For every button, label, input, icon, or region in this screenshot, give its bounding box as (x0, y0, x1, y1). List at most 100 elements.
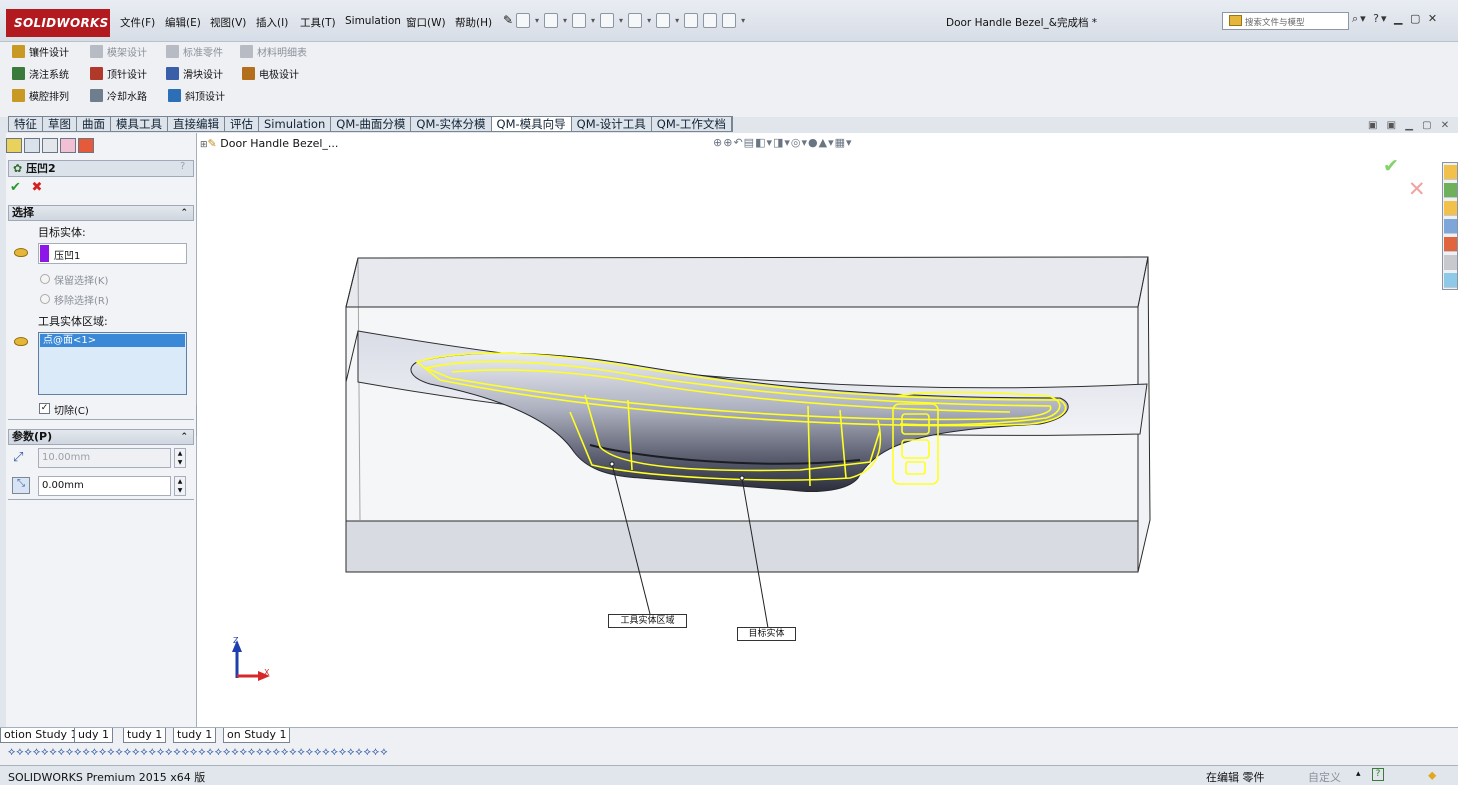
study-tab[interactable]: tudy 1 (173, 728, 217, 743)
view-settings-icon[interactable]: ▦▾ (835, 136, 853, 149)
dropdown-arrow-icon[interactable]: ▾ (591, 13, 595, 28)
tool-body-list[interactable]: 点@面<1> (38, 332, 187, 395)
file-properties-icon[interactable] (703, 13, 718, 28)
file-explorer-icon[interactable] (1444, 201, 1457, 216)
cut-checkbox[interactable]: ✓ (39, 403, 50, 414)
pin-menu-icon[interactable]: ✎ (503, 13, 513, 27)
menu-item[interactable]: 编辑(E) (165, 15, 201, 30)
command-button[interactable]: 浇注系统 (12, 66, 69, 81)
tab-item[interactable]: QM-曲面分模 (331, 117, 412, 131)
callout-target-body[interactable]: 目标实体 (737, 627, 796, 641)
command-button[interactable]: 电极设计 (242, 66, 299, 81)
study-tab[interactable]: tudy 1 (123, 728, 167, 743)
cancel-button[interactable]: ✖ (31, 180, 42, 195)
forum-icon[interactable] (1444, 273, 1457, 288)
previous-view-icon[interactable]: ↶ (733, 136, 743, 149)
command-button[interactable]: 镶件设计 (12, 44, 69, 59)
command-button[interactable]: 滑块设计 (166, 66, 223, 81)
view-orientation-icon[interactable]: ◧▾ (755, 136, 773, 149)
ok-button[interactable]: ✔ (10, 180, 21, 195)
solidworks-logo[interactable]: SOLIDWORKS (6, 9, 110, 37)
display-style-icon[interactable]: ◨▾ (773, 136, 791, 149)
command-button[interactable]: 冷却水路 (90, 88, 147, 103)
section-selection-header[interactable]: 选择 ⌃ (8, 205, 194, 221)
feature-manager-icon[interactable] (6, 138, 22, 153)
confirm-corner-ok-icon[interactable]: ✔ (1383, 155, 1399, 177)
confirm-corner-cancel-icon[interactable]: ✕ (1408, 177, 1426, 201)
window-controls[interactable]: ⌕▾ ?▾ ▁ ▢ ✕ (1352, 12, 1439, 26)
tab-item[interactable]: 模具工具 (111, 117, 168, 131)
select-icon[interactable] (656, 13, 671, 28)
dimxpert-icon[interactable] (60, 138, 76, 153)
zoom-area-icon[interactable]: ⊕ (723, 136, 733, 149)
tab-item[interactable]: QM-设计工具 (572, 117, 652, 131)
dropdown-arrow-icon[interactable]: ▾ (741, 13, 745, 28)
view-palette-icon[interactable] (1444, 219, 1457, 234)
tab-item[interactable]: QM-实体分模 (411, 117, 492, 131)
tab-item[interactable]: 评估 (225, 117, 259, 131)
zoom-to-fit-icon[interactable]: ⊕ (713, 136, 723, 149)
menu-item[interactable]: 窗口(W) (406, 15, 446, 30)
custom-units[interactable]: 自定义 (1308, 769, 1341, 785)
remove-selection-radio[interactable] (40, 294, 50, 304)
section-view-icon[interactable]: ▤ (744, 136, 755, 149)
section-params-header[interactable]: 参数(P) ⌃ (8, 429, 194, 445)
tab-item[interactable]: Simulation (259, 117, 332, 131)
menu-item[interactable]: 帮助(H) (455, 15, 492, 30)
graphics-viewport[interactable]: 工具实体区域 目标实体 Z X (197, 133, 1458, 727)
document-window-controls[interactable]: ▣ ▣ ▁ ▢ ✕ (1368, 120, 1452, 131)
clearance-icon[interactable]: ⤡ (12, 477, 30, 494)
menu-item[interactable]: Simulation (345, 15, 401, 27)
dropdown-arrow-icon[interactable]: ▾ (563, 13, 567, 28)
keep-selection-radio[interactable] (40, 274, 50, 284)
model-view[interactable] (197, 133, 1458, 727)
menu-item[interactable]: 文件(F) (120, 15, 155, 30)
tab-item[interactable]: 特征 (9, 117, 43, 131)
collapse-chevron-icon[interactable]: ⌃ (180, 430, 188, 444)
menu-item[interactable]: 工具(T) (300, 15, 336, 30)
callout-tool-body[interactable]: 工具实体区域 (608, 614, 687, 628)
thickness-input[interactable]: 10.00mm (38, 448, 171, 468)
custom-properties-icon[interactable] (1444, 255, 1457, 270)
appearance-icon[interactable]: ● (808, 136, 819, 149)
dropdown-arrow-icon[interactable]: ▾ (647, 13, 651, 28)
heads-up-view-toolbar[interactable]: ⊕⊕↶▤◧▾◨▾◎▾●▲▾▦▾ (713, 136, 853, 149)
command-button[interactable]: 材料明细表 (240, 44, 307, 59)
print-icon[interactable] (600, 13, 615, 28)
menu-item[interactable]: 插入(I) (256, 15, 288, 30)
expand-icon[interactable]: ⊞ (200, 140, 208, 150)
display-manager-icon[interactable] (78, 138, 94, 153)
tool-body-list-item[interactable]: 点@面<1> (40, 334, 185, 347)
thickness-spinner[interactable]: ▲ ▼ (174, 448, 186, 468)
tab-item[interactable]: QM-模具向导 (491, 117, 572, 131)
bottom-tool-strip[interactable]: ⟡⟡⟡⟡⟡⟡⟡⟡⟡⟡⟡⟡⟡⟡⟡⟡⟡⟡⟡⟡⟡⟡⟡⟡⟡⟡⟡⟡⟡⟡⟡⟡⟡⟡⟡⟡⟡⟡⟡⟡… (0, 743, 1458, 765)
command-button[interactable]: 标准零件 (166, 44, 223, 59)
help-status-icon[interactable]: ? (1372, 768, 1384, 781)
scene-icon[interactable]: ▲▾ (819, 136, 835, 149)
rebuild-icon[interactable] (684, 13, 699, 28)
appearances-icon[interactable] (1444, 237, 1457, 252)
feature-tree-flyout[interactable]: ⊞✎ Door Handle Bezel_... (200, 137, 338, 150)
hide-show-icon[interactable]: ◎▾ (791, 136, 808, 149)
dropdown-arrow-icon[interactable]: ▾ (619, 13, 623, 28)
collapse-chevron-icon[interactable]: ⌃ (180, 206, 188, 220)
new-document-icon[interactable] (516, 13, 530, 28)
menu-item[interactable]: 视图(V) (210, 15, 246, 30)
dropdown-arrow-icon[interactable]: ▾ (535, 13, 539, 28)
dropdown-arrow-icon[interactable]: ▾ (675, 13, 679, 28)
units-dropdown-arrow-icon[interactable]: ▴ (1356, 769, 1361, 779)
mold-tools-strip-icons[interactable]: ⟡⟡⟡⟡⟡⟡⟡⟡⟡⟡⟡⟡⟡⟡⟡⟡⟡⟡⟡⟡⟡⟡⟡⟡⟡⟡⟡⟡⟡⟡⟡⟡⟡⟡⟡⟡⟡⟡⟡⟡… (8, 745, 388, 758)
open-document-icon[interactable] (544, 13, 559, 28)
help-button[interactable]: ? (180, 161, 185, 172)
property-manager-icon[interactable] (24, 138, 40, 153)
study-tab[interactable]: on Study 1 (223, 728, 291, 743)
command-button[interactable]: 顶针设计 (90, 66, 147, 81)
configuration-manager-icon[interactable] (42, 138, 58, 153)
rebuild-status-icon[interactable]: ⬥ (1428, 768, 1436, 783)
tab-item[interactable]: QM-工作文档 (652, 117, 732, 131)
tab-item[interactable]: 曲面 (77, 117, 111, 131)
options-icon[interactable] (722, 13, 737, 28)
save-icon[interactable] (572, 13, 587, 28)
target-body-field[interactable]: 压凹1 (38, 243, 187, 264)
study-tab[interactable]: udy 1 (74, 728, 113, 743)
